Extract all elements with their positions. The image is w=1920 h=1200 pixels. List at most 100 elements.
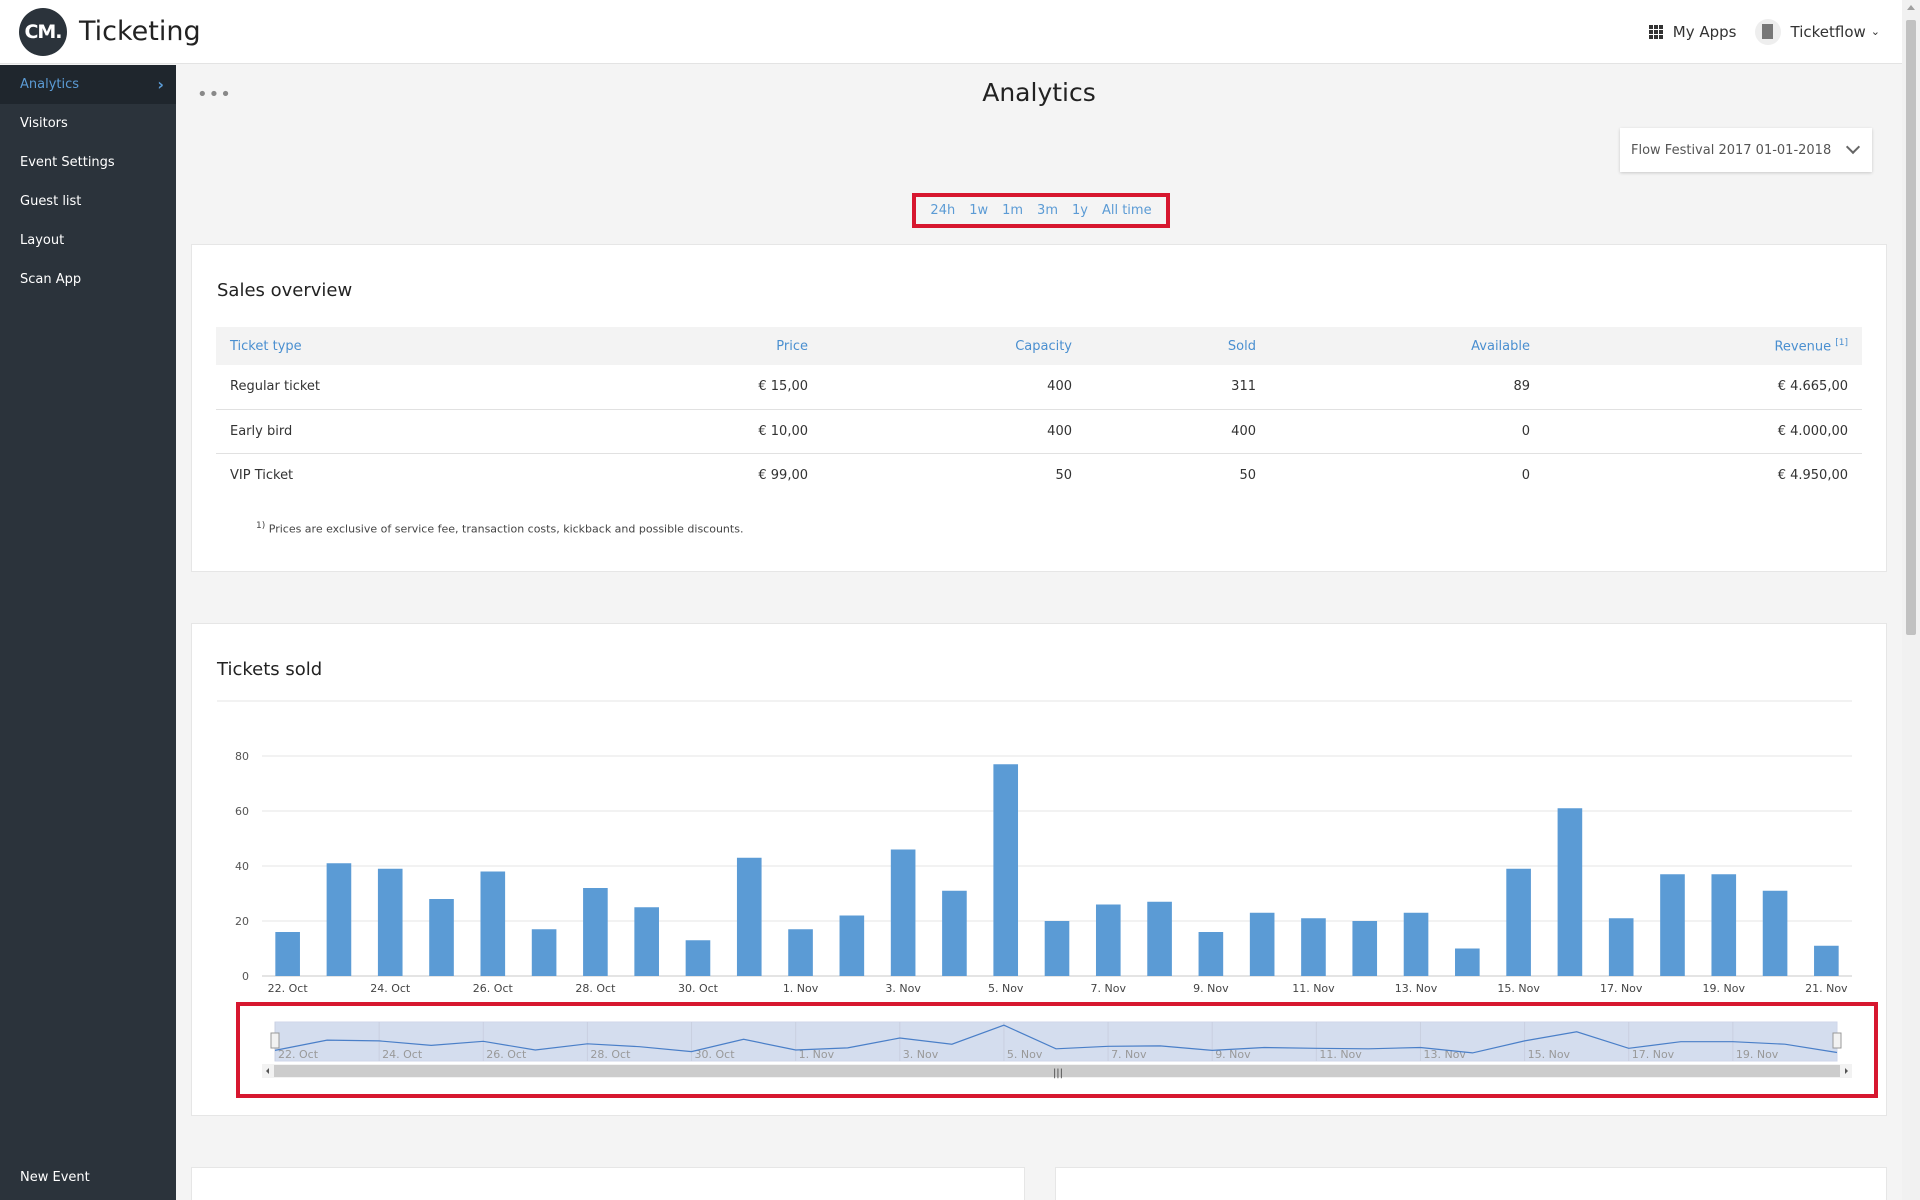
revenue-footnote-marker: [1] bbox=[1835, 337, 1848, 348]
range-1m[interactable]: 1m bbox=[1002, 203, 1023, 218]
apps-grid-icon[interactable] bbox=[1648, 24, 1663, 39]
page-scrollbar[interactable] bbox=[1902, 0, 1920, 1200]
col-revenue-label: Revenue bbox=[1774, 339, 1832, 355]
cell-capacity: 50 bbox=[1055, 467, 1072, 483]
sidebar-item-label: Analytics bbox=[20, 77, 80, 92]
bar bbox=[1711, 874, 1737, 976]
bar bbox=[1506, 868, 1531, 976]
cell-price: € 10,00 bbox=[546, 409, 822, 454]
x-tick-label: 28. Oct bbox=[575, 982, 616, 995]
x-tick-label: 21. Nov bbox=[1805, 982, 1848, 995]
sidebar-item-scan-app[interactable]: Scan App bbox=[0, 260, 176, 299]
x-tick-label: 5. Nov bbox=[988, 982, 1024, 995]
sidebar-item-analytics[interactable]: Analytics › bbox=[0, 65, 176, 104]
table-row: Early bird € 10,00 400 400 0 € 4.000,00 bbox=[216, 409, 1862, 454]
app-title: Ticketing bbox=[79, 16, 201, 47]
sidebar-item-label: Scan App bbox=[20, 272, 82, 287]
sales-overview-card: Sales overview Ticket type Price Capacit… bbox=[191, 244, 1887, 572]
time-range-selector: 24h 1w 1m 3m 1y All time bbox=[912, 193, 1170, 228]
y-tick-label: 40 bbox=[235, 860, 249, 873]
cell-sold: 311 bbox=[1086, 365, 1270, 410]
x-tick-label: 22. Oct bbox=[268, 982, 309, 995]
top-bar: CM. Ticketing My Apps Ticketflow ⌄ bbox=[0, 0, 1902, 64]
bar bbox=[1044, 921, 1070, 976]
bar bbox=[1147, 901, 1172, 976]
bar bbox=[377, 868, 403, 976]
account-menu[interactable]: Ticketflow bbox=[1791, 23, 1866, 41]
chevron-down-icon[interactable]: ⌄ bbox=[1871, 25, 1880, 38]
x-tick-label: 30. Oct bbox=[678, 982, 719, 995]
range-all-time[interactable]: All time bbox=[1102, 203, 1152, 218]
table-header-row: Ticket type Price Capacity Sold Availabl… bbox=[216, 327, 1862, 365]
x-tick-label: 9. Nov bbox=[1193, 982, 1229, 995]
cell-sold: 50 bbox=[1239, 467, 1256, 483]
sidebar: Analytics › Visitors Event Settings Gues… bbox=[0, 65, 176, 1200]
chevron-down-icon bbox=[1845, 139, 1861, 155]
scroll-thumb[interactable] bbox=[1906, 20, 1916, 635]
bar bbox=[1352, 921, 1378, 976]
bar bbox=[275, 932, 300, 976]
cell-capacity: 400 bbox=[822, 409, 1086, 454]
bar bbox=[890, 849, 916, 976]
range-24h[interactable]: 24h bbox=[930, 203, 955, 218]
bar bbox=[1403, 912, 1429, 976]
bar bbox=[1455, 948, 1480, 976]
sidebar-item-layout[interactable]: Layout bbox=[0, 221, 176, 260]
sales-table: Ticket type Price Capacity Sold Availabl… bbox=[216, 327, 1862, 497]
bar bbox=[1762, 890, 1788, 976]
range-3m[interactable]: 3m bbox=[1037, 203, 1058, 218]
chart-navigator-highlight bbox=[236, 1002, 1878, 1098]
sidebar-item-label: Visitors bbox=[20, 116, 68, 131]
building-icon bbox=[1754, 18, 1781, 45]
x-tick-label: 15. Nov bbox=[1497, 982, 1540, 995]
my-apps-link[interactable]: My Apps bbox=[1673, 23, 1737, 41]
cell-ticket-type: VIP Ticket bbox=[230, 467, 294, 483]
footnote-text: Prices are exclusive of service fee, tra… bbox=[268, 522, 744, 536]
top-right-nav: My Apps Ticketflow ⌄ bbox=[1648, 18, 1880, 45]
cell-revenue: € 4.000,00 bbox=[1544, 409, 1862, 454]
cell-available: 0 bbox=[1270, 409, 1544, 454]
sidebar-item-label: Event Settings bbox=[20, 155, 115, 170]
col-sold[interactable]: Sold bbox=[1086, 327, 1270, 365]
x-tick-label: 1. Nov bbox=[783, 982, 819, 995]
bar bbox=[1301, 918, 1326, 976]
event-select[interactable]: Flow Festival 2017 01-01-2018 bbox=[1620, 128, 1872, 172]
bar bbox=[480, 871, 506, 976]
sidebar-item-event-settings[interactable]: Event Settings bbox=[0, 143, 176, 182]
cell-revenue: € 4.950,00 bbox=[1777, 467, 1848, 483]
page-title: Analytics bbox=[982, 78, 1096, 107]
cell-ticket-type: Regular ticket bbox=[216, 365, 546, 410]
x-tick-label: 13. Nov bbox=[1395, 982, 1438, 995]
bar bbox=[326, 863, 352, 976]
bar bbox=[429, 899, 454, 976]
range-1w[interactable]: 1w bbox=[969, 203, 988, 218]
sidebar-item-label: Layout bbox=[20, 233, 65, 248]
cell-sold: 400 bbox=[1086, 409, 1270, 454]
bar bbox=[1608, 918, 1634, 976]
scroll-up-icon[interactable] bbox=[1907, 5, 1915, 10]
sidebar-item-visitors[interactable]: Visitors bbox=[0, 104, 176, 143]
col-price[interactable]: Price bbox=[546, 327, 822, 365]
sidebar-item-guest-list[interactable]: Guest list bbox=[0, 182, 176, 221]
col-available[interactable]: Available bbox=[1270, 327, 1544, 365]
table-row: Regular ticket € 15,00 400 311 89 € 4.66… bbox=[216, 365, 1862, 410]
bottom-card-right bbox=[1055, 1167, 1887, 1200]
col-revenue[interactable]: Revenue [1] bbox=[1544, 327, 1862, 365]
bottom-card-left bbox=[191, 1167, 1025, 1200]
y-tick-label: 20 bbox=[235, 915, 249, 928]
new-event-link[interactable]: New Event bbox=[0, 1162, 90, 1192]
col-capacity[interactable]: Capacity bbox=[822, 327, 1086, 365]
bar bbox=[1095, 904, 1121, 976]
range-1y[interactable]: 1y bbox=[1072, 203, 1088, 218]
bar bbox=[531, 929, 557, 976]
sidebar-item-label: Guest list bbox=[20, 194, 82, 209]
footnote-marker: 1) bbox=[256, 521, 266, 531]
bar bbox=[1198, 932, 1224, 976]
col-ticket-type[interactable]: Ticket type bbox=[216, 327, 546, 365]
sales-overview-title: Sales overview bbox=[217, 280, 353, 301]
cm-logo[interactable]: CM. bbox=[19, 7, 67, 56]
cell-capacity: 400 bbox=[822, 365, 1086, 410]
bar bbox=[685, 940, 711, 976]
bar bbox=[1814, 945, 1839, 976]
bar bbox=[736, 857, 762, 976]
